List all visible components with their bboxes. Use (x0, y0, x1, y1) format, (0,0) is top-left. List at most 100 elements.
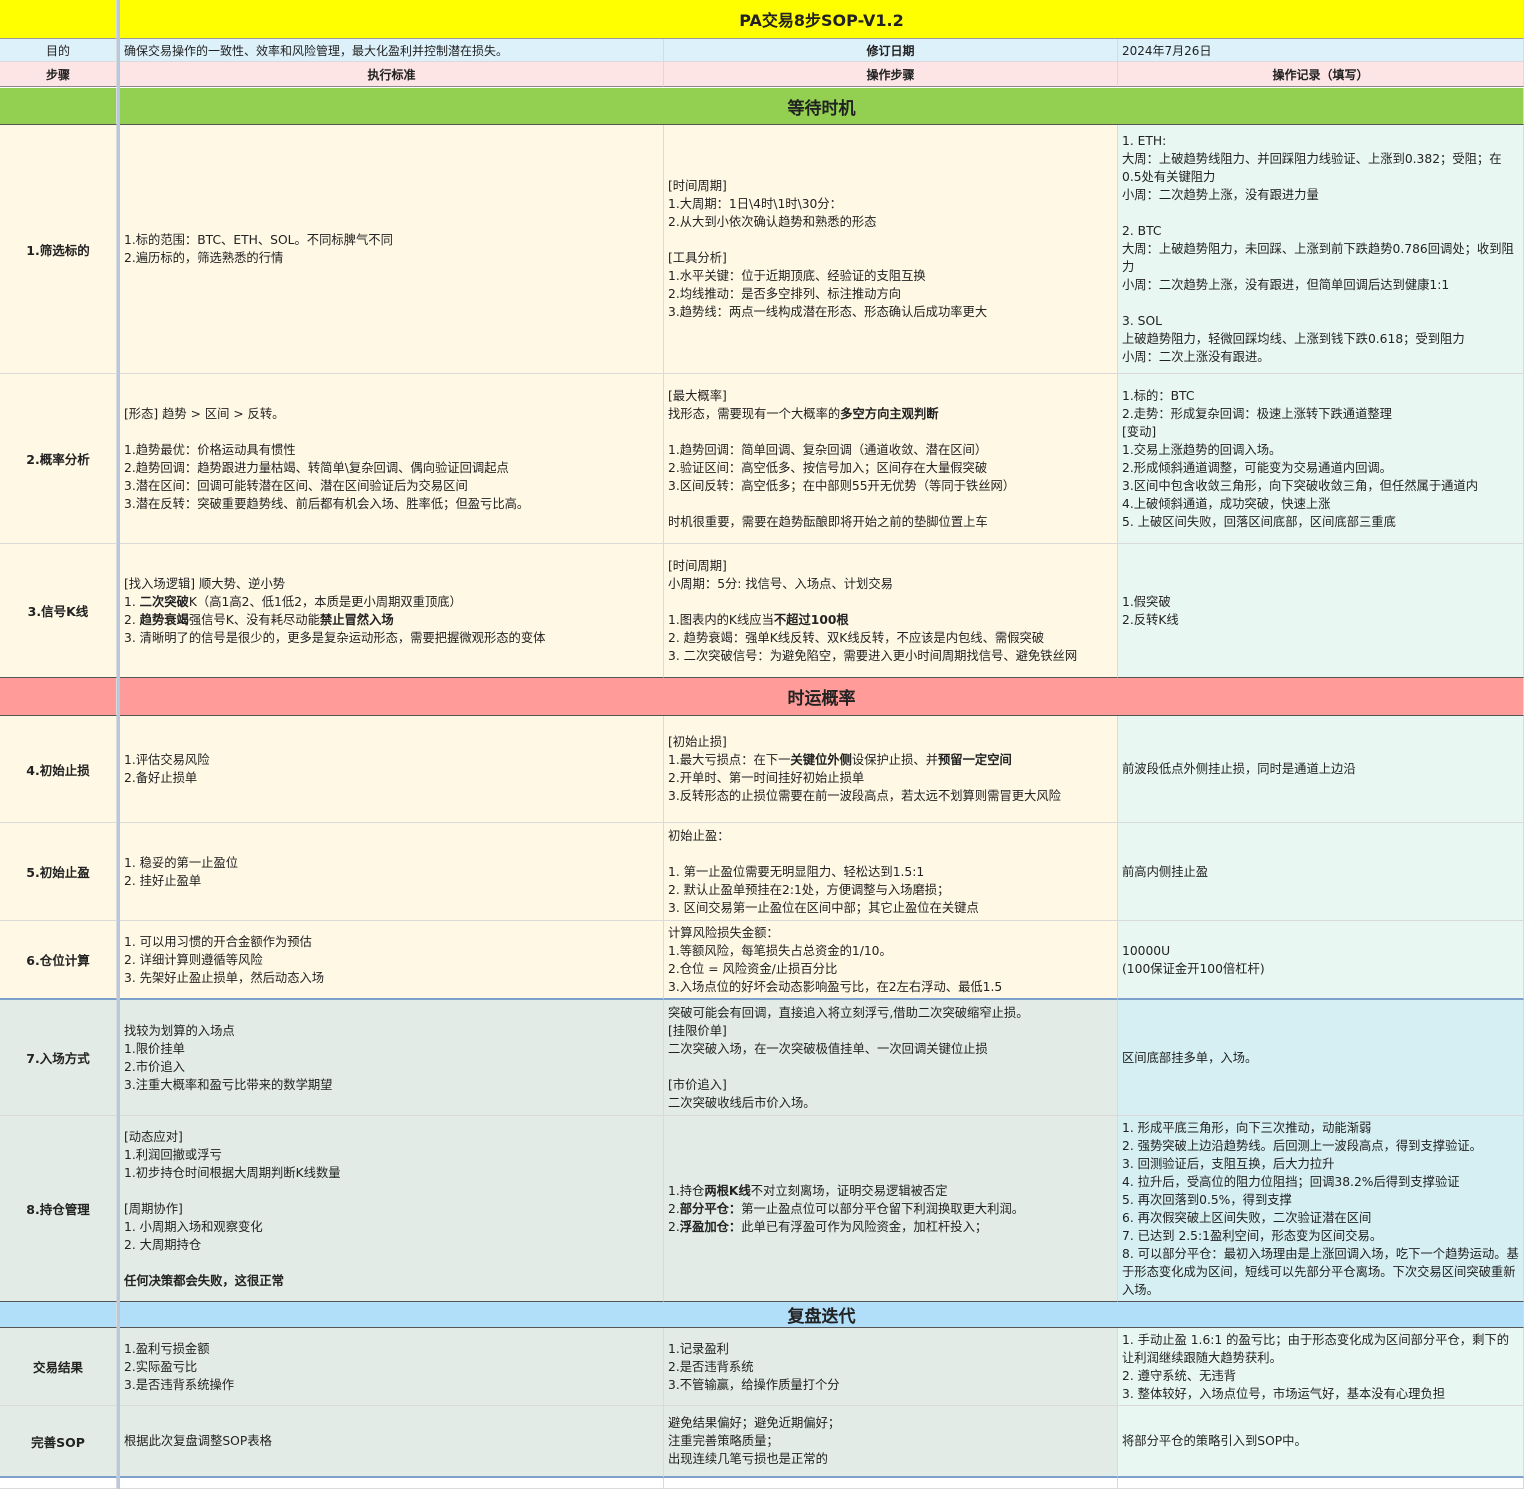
standard-cell[interactable]: 1. 稳妥的第一止盈位 2. 挂好止盈单 (120, 823, 664, 921)
operation-cell[interactable]: [初始止损] 1.最大亏损点：在下一关键位外侧设保护止损、并预留一定空间 2.开… (664, 716, 1118, 823)
step-row-9: 交易结果 1.盈利亏损金额 2.实际盈亏比 3.是否违背系统操作 1.记录盈利 … (0, 1328, 1524, 1406)
step-row-8: 8.持仓管理 [动态应对] 1.利润回撤或浮亏 1.初步持仓时间根据大周期判断K… (0, 1116, 1524, 1302)
step-row-2: 2.概率分析 [形态] 趋势 > 区间 > 反转。 1.趋势最优：价格运动具有惯… (0, 374, 1524, 544)
record-cell[interactable]: 区间底部挂多单，入场。 (1118, 1000, 1524, 1116)
bold-text: 关键位外侧 (790, 753, 852, 767)
record-cell[interactable]: 1.假突破 2.反转K线 (1118, 544, 1524, 678)
operation-text: [时间周期] 1.大周期：1日\4时\1时\30分： 2.从大到小依次确认趋势和… (668, 179, 988, 319)
step-name[interactable]: 交易结果 (0, 1328, 117, 1406)
step-row-4: 4.初始止损 1.评估交易风险 2.备好止损单 [初始止损] 1.最大亏损点：在… (0, 716, 1524, 823)
record-cell[interactable]: 1. 手动止盈 1.6:1 的盈亏比；由于形态变化成为区间部分平仓，剩下的让利润… (1118, 1328, 1524, 1406)
record-text: 1. ETH: 大周：上破趋势线阻力、并回踩阻力线验证、上涨到0.382；受阻；… (1122, 134, 1514, 364)
empty-cell[interactable] (1118, 1478, 1524, 1489)
text-run: [初始止损] 1.最大亏损点：在下一 (668, 735, 791, 767)
record-text: 1.标的：BTC 2.走势：形成复杂回调：极速上涨转下跌通道整理 [变动] 1.… (1122, 388, 1479, 529)
operation-cell[interactable]: 1.记录盈利 2.是否违背系统 3.不管输赢，给操作质量打个分 (664, 1328, 1118, 1406)
section-title-review[interactable]: 复盘迭代 (120, 1302, 1524, 1328)
record-text: 前高内侧挂止盈 (1122, 864, 1209, 879)
operation-cell[interactable]: 避免结果偏好；避免近期偏好； 注重完善策略质量； 出现连续几笔亏损也是正常的 (664, 1406, 1118, 1478)
bold-text: 禁止冒然入场 (319, 612, 394, 627)
record-cell[interactable]: 1. 形成平底三角形，向下三次推动，动能渐弱 2. 强势突破上边沿趋势线。后回测… (1118, 1116, 1524, 1302)
sheet-title[interactable]: PA交易8步SOP-V1.2 (120, 0, 1524, 39)
standard-text: [形态] 趋势 > 区间 > 反转。 1.趋势最优：价格运动具有惯性 2.趋势回… (124, 406, 530, 511)
standard-cell[interactable]: [找入场逻辑] 顺大势、逆小势 1. 二次突破K（高1高2、低1低2，本质是更小… (120, 544, 664, 678)
empty-cell[interactable] (664, 1478, 1118, 1489)
bold-text: 多空方向主观判断 (840, 406, 939, 421)
standard-cell[interactable]: 根据此次复盘调整SOP表格 (120, 1406, 664, 1478)
step-name[interactable]: 7.入场方式 (0, 1000, 117, 1116)
empty-row (0, 1478, 1524, 1489)
operation-cell[interactable]: [最大概率] 找形态，需要现有一个大概率的多空方向主观判断 1.趋势回调：简单回… (664, 374, 1118, 544)
record-cell[interactable]: 1. ETH: 大周：上破趋势线阻力、并回踩阻力线验证、上涨到0.382；受阻；… (1118, 125, 1524, 374)
bold-text: 部分平仓： (679, 1201, 742, 1216)
operation-cell[interactable]: 初始止盈： 1. 第一止盈位需要无明显阻力、轻松达到1.5:1 2. 默认止盈单… (664, 823, 1118, 921)
empty-cell[interactable] (0, 1478, 117, 1489)
step-name[interactable]: 4.初始止损 (0, 716, 117, 823)
bold-text: 任何决策都会失败，这很正常 (124, 1273, 284, 1288)
bold-text: 两根K线 (704, 1183, 751, 1198)
section-title-probability[interactable]: 时运概率 (120, 678, 1524, 716)
operation-text: [初始止损] 1.最大亏损点：在下一关键位外侧设保护止损、并预留一定空间 2.开… (664, 733, 1065, 805)
standard-text: 1. 稳妥的第一止盈位 2. 挂好止盈单 (124, 855, 239, 888)
standard-cell[interactable]: 1.盈利亏损金额 2.实际盈亏比 3.是否违背系统操作 (120, 1328, 664, 1406)
operation-cell[interactable]: 突破可能会有回调，直接追入将立刻浮亏,借助二次突破缩窄止损。 [挂限价单] 二次… (664, 1000, 1118, 1116)
record-cell[interactable]: 将部分平仓的策略引入到SOP中。 (1118, 1406, 1524, 1478)
sop-sheet: PA交易8步SOP-V1.2 目的 确保交易操作的一致性、效率和风险管理，最大化… (0, 0, 1524, 1489)
record-cell[interactable]: 前高内侧挂止盈 (1118, 823, 1524, 921)
bold-text: 不超过100根 (773, 612, 849, 627)
title-corner-cell[interactable] (0, 0, 117, 39)
standard-cell[interactable]: [形态] 趋势 > 区间 > 反转。 1.趋势最优：价格运动具有惯性 2.趋势回… (120, 374, 664, 544)
empty-cell[interactable] (120, 1478, 664, 1489)
record-text: 1.假突破 2.反转K线 (1122, 594, 1179, 627)
date-value[interactable]: 2024年7月26日 (1118, 39, 1524, 62)
operation-cell[interactable]: 计算风险损失金额： 1.等额风险，每笔损失占总资金的1/10。 2.仓位 = 风… (664, 921, 1118, 1000)
meta-row: 目的 确保交易操作的一致性、效率和风险管理，最大化盈利并控制潜在损失。 修订日期… (0, 39, 1524, 62)
standard-cell[interactable]: 找较为划算的入场点 1.限价挂单 2.市价追入 3.注重大概率和盈亏比带来的数学… (120, 1000, 664, 1116)
standard-cell[interactable]: 1.评估交易风险 2.备好止损单 (120, 716, 664, 823)
operation-text: 计算风险损失金额： 1.等额风险，每笔损失占总资金的1/10。 2.仓位 = 风… (668, 925, 1003, 994)
bold-text: 趋势衰竭 (139, 612, 189, 627)
record-text: 区间底部挂多单，入场。 (1122, 1050, 1258, 1065)
operation-text: 1.持仓两根K线不对立刻离场，证明交易逻辑被否定 2.部分平仓：第一止盈点位可以… (664, 1182, 1028, 1236)
text-run: 1.持仓 (668, 1183, 705, 1198)
step-name[interactable]: 6.仓位计算 (0, 921, 117, 1000)
standard-text: 找较为划算的入场点 1.限价挂单 2.市价追入 3.注重大概率和盈亏比带来的数学… (124, 1023, 333, 1092)
record-text: 1. 形成平底三角形，向下三次推动，动能渐弱 2. 强势突破上边沿趋势线。后回测… (1122, 1120, 1519, 1297)
operation-text: 初始止盈： 1. 第一止盈位需要无明显阻力、轻松达到1.5:1 2. 默认止盈单… (668, 828, 979, 915)
record-text: 将部分平仓的策略引入到SOP中。 (1122, 1434, 1307, 1448)
step-name[interactable]: 2.概率分析 (0, 374, 117, 544)
standard-cell[interactable]: 1.标的范围：BTC、ETH、SOL。不同标脾气不同 2.遍历标的，筛选熟悉的行… (120, 125, 664, 374)
step-name[interactable]: 1.筛选标的 (0, 125, 117, 374)
section-corner[interactable] (0, 88, 117, 125)
operation-cell[interactable]: 1.持仓两根K线不对立刻离场，证明交易逻辑被否定 2.部分平仓：第一止盈点位可以… (664, 1116, 1118, 1302)
purpose-label[interactable]: 目的 (0, 39, 117, 62)
record-cell[interactable]: 1.标的：BTC 2.走势：形成复杂回调：极速上涨转下跌通道整理 [变动] 1.… (1118, 374, 1524, 544)
header-step[interactable]: 步骤 (0, 62, 117, 87)
section-corner[interactable] (0, 1302, 117, 1328)
operation-cell[interactable]: [时间周期] 小周期：5分: 找信号、入场点、计划交易 1.图表内的K线应当不超… (664, 544, 1118, 678)
purpose-value[interactable]: 确保交易操作的一致性、效率和风险管理，最大化盈利并控制潜在损失。 (120, 39, 664, 62)
standard-text: 1.标的范围：BTC、ETH、SOL。不同标脾气不同 2.遍历标的，筛选熟悉的行… (124, 233, 393, 265)
section-title-waiting[interactable]: 等待时机 (120, 88, 1524, 125)
date-label[interactable]: 修订日期 (664, 39, 1118, 62)
record-text: 1. 手动止盈 1.6:1 的盈亏比；由于形态变化成为区间部分平仓，剩下的让利润… (1122, 1332, 1509, 1401)
bold-text: 预留一定空间 (938, 753, 1012, 767)
standard-text: 根据此次复盘调整SOP表格 (124, 1434, 272, 1448)
standard-cell[interactable]: [动态应对] 1.利润回撤或浮亏 1.初步持仓时间根据大周期判断K线数量 [周期… (120, 1116, 664, 1302)
header-operation[interactable]: 操作步骤 (664, 62, 1118, 87)
operation-cell[interactable]: [时间周期] 1.大周期：1日\4时\1时\30分： 2.从大到小依次确认趋势和… (664, 125, 1118, 374)
step-row-5: 5.初始止盈 1. 稳妥的第一止盈位 2. 挂好止盈单 初始止盈： 1. 第一止… (0, 823, 1524, 921)
step-name[interactable]: 8.持仓管理 (0, 1116, 117, 1302)
record-cell[interactable]: 前波段低点外侧挂止损，同时是通道上边沿 (1118, 716, 1524, 823)
section-corner[interactable] (0, 678, 117, 716)
header-standard[interactable]: 执行标准 (120, 62, 664, 87)
header-record[interactable]: 操作记录（填写） (1118, 62, 1524, 87)
section-review: 复盘迭代 (0, 1302, 1524, 1328)
step-name[interactable]: 完善SOP (0, 1406, 117, 1478)
step-name[interactable]: 3.信号K线 (0, 544, 117, 678)
standard-cell[interactable]: 1. 可以用习惯的开合金额作为预估 2. 详细计算则遵循等风险 3. 先架好止盈… (120, 921, 664, 1000)
step-name[interactable]: 5.初始止盈 (0, 823, 117, 921)
record-text: 前波段低点外侧挂止损，同时是通道上边沿 (1122, 762, 1356, 776)
text-run: 3. 清晰明了的信号是很少的，更多是复杂运动形态，需要把握微观形态的变体 (124, 630, 546, 645)
record-cell[interactable]: 10000U (100保证金开100倍杠杆) (1118, 921, 1524, 1000)
